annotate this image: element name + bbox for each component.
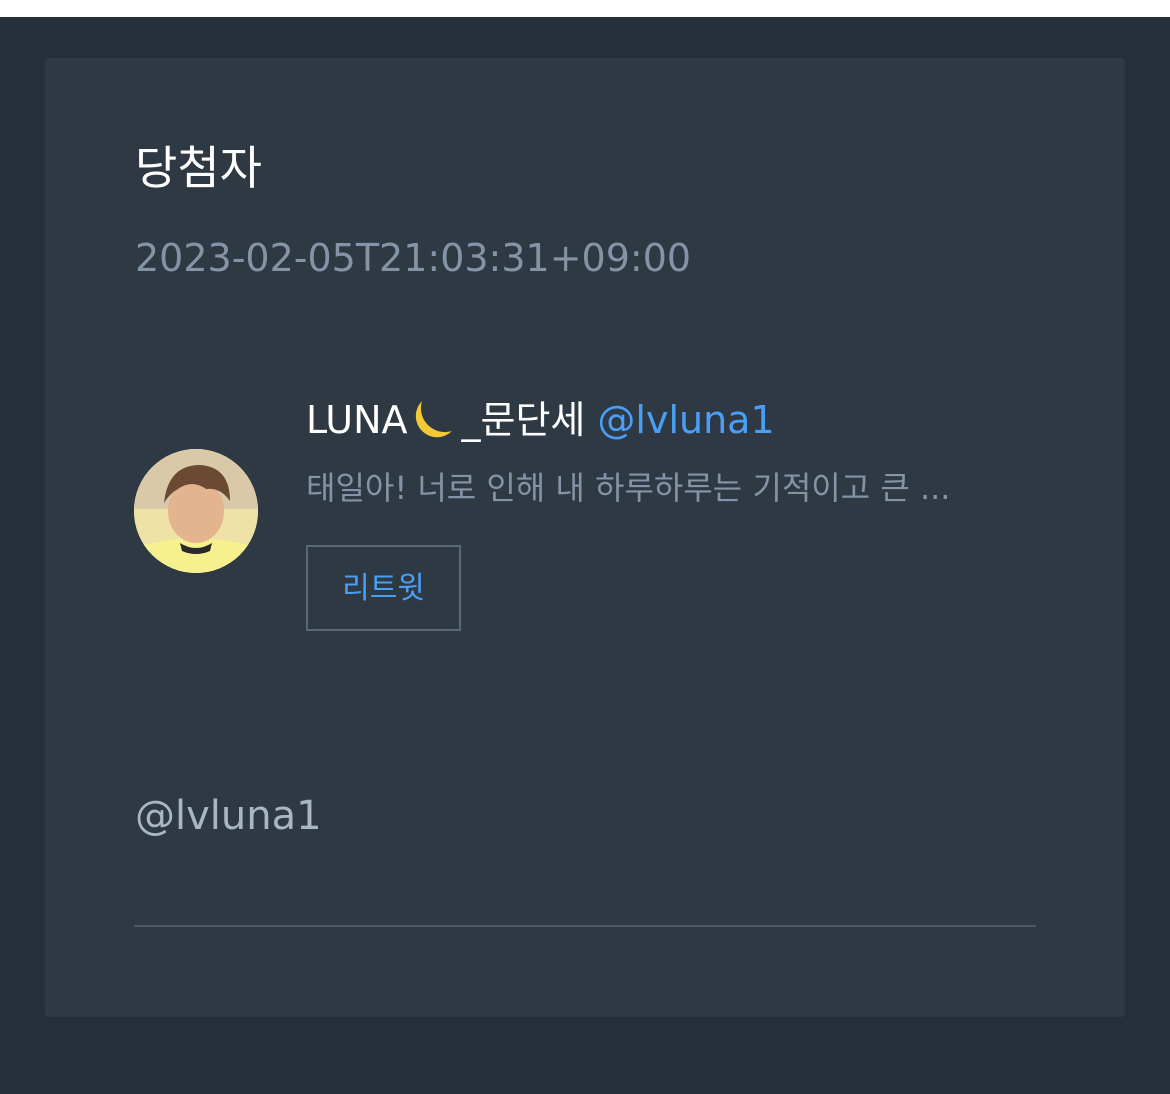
- display-name[interactable]: LUNA _문단세: [306, 398, 585, 442]
- display-name-suffix: _문단세: [461, 398, 586, 442]
- retweet-button[interactable]: 리트윗: [306, 545, 461, 631]
- divider: [134, 925, 1036, 927]
- avatar-image: [134, 449, 258, 573]
- top-strip: [0, 0, 1170, 17]
- card-title: 당첨자: [135, 141, 262, 195]
- avatar[interactable]: [134, 449, 258, 573]
- tweet-handle-link[interactable]: @lvluna1: [597, 398, 774, 442]
- tweet-text: 태일아! 너로 인해 내 하루하루는 기적이고 큰 ...: [306, 469, 951, 507]
- display-name-text: LUNA: [306, 398, 408, 442]
- moon-icon: [408, 395, 462, 441]
- timestamp: 2023-02-05T21:03:31+09:00: [135, 236, 692, 280]
- winner-handle: @lvluna1: [135, 793, 322, 839]
- tweet-header: LUNA _문단세 @lvluna1: [306, 393, 775, 447]
- winner-card: 당첨자 2023-02-05T21:03:31+09:00 LUNA _문단세 @…: [45, 58, 1125, 1017]
